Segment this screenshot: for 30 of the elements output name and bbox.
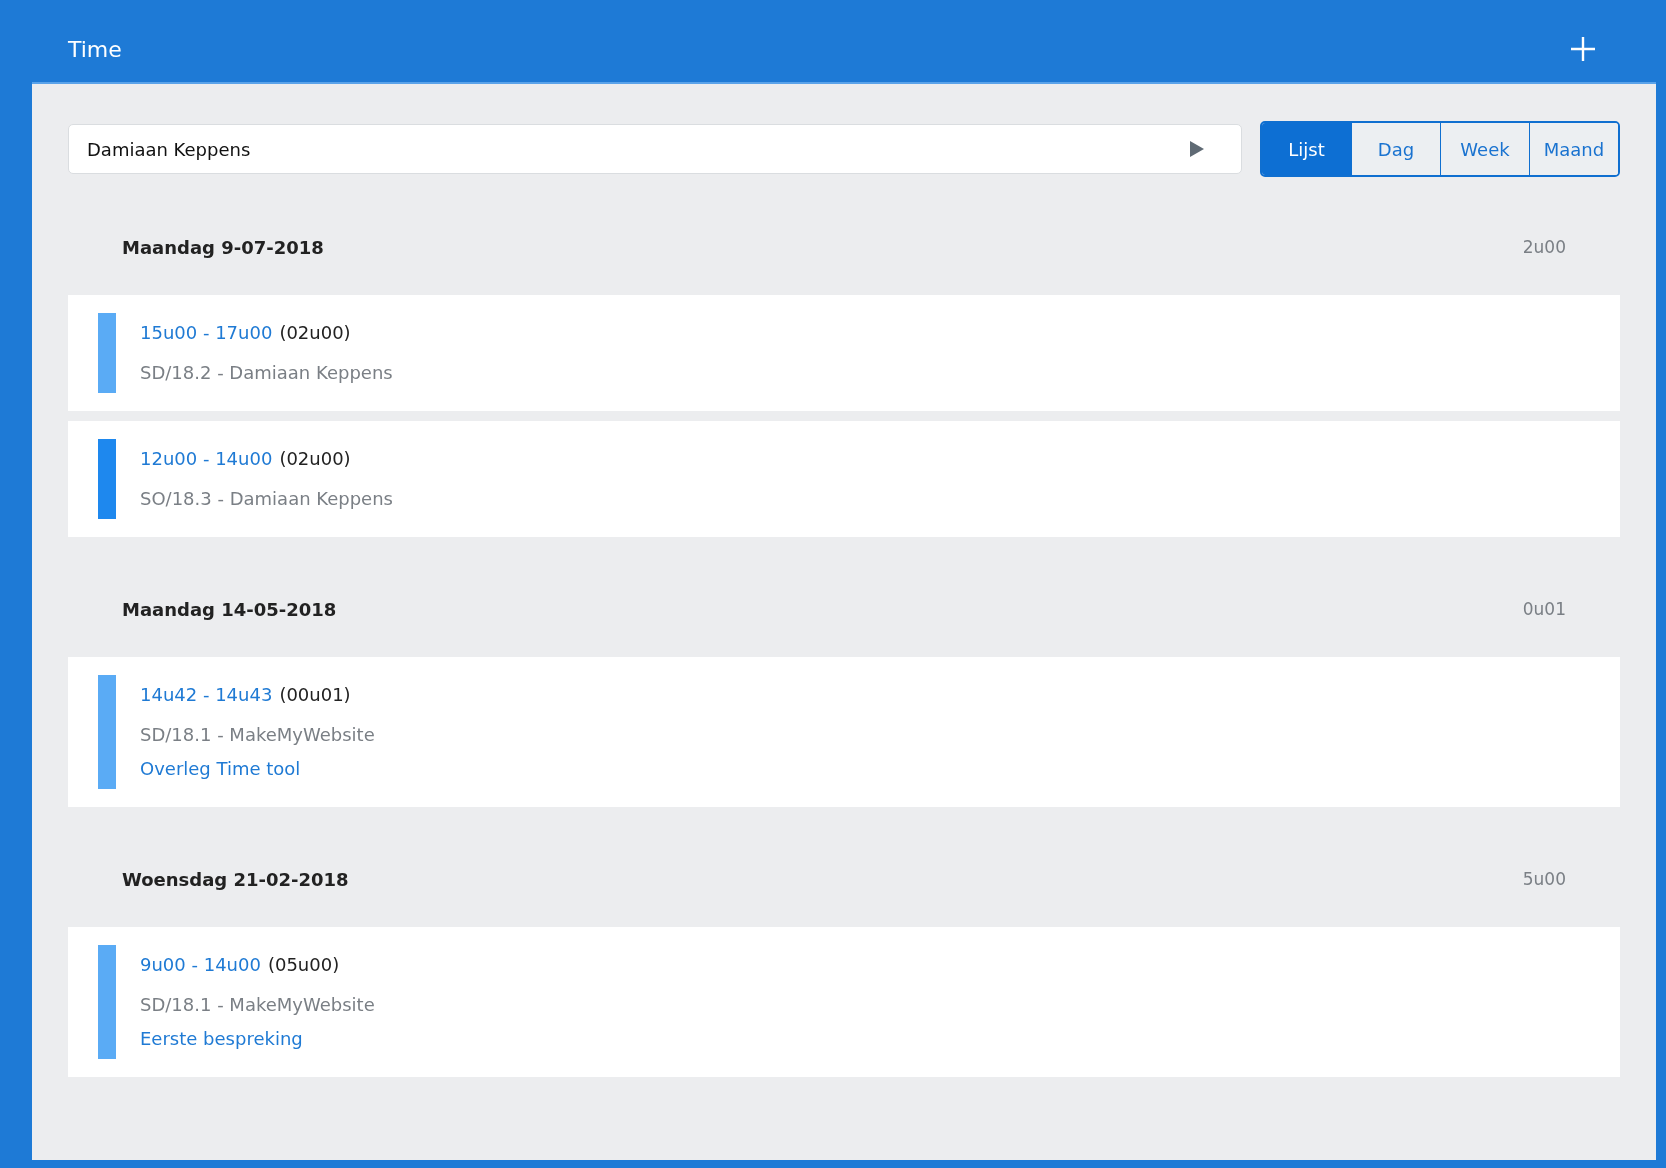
time-range-link[interactable]: 14u42 - 14u43 [140,684,273,705]
project-text: SO/18.3 - Damiaan Keppens [140,488,393,510]
time-range-link[interactable]: 12u00 - 14u00 [140,448,273,469]
project-text: SD/18.1 - MakeMyWebsite [140,994,375,1016]
day-total: 2u00 [1522,237,1566,257]
duration-text: (02u00) [279,448,351,469]
note-link[interactable]: Overleg Time tool [140,758,375,780]
time-entry-card[interactable]: 14u42 - 14u43 (00u01) SD/18.1 - MakeMyWebsite Overleg Time tool [68,657,1620,807]
time-range-link[interactable]: 9u00 - 14u00 [140,954,261,975]
time-entry-card[interactable]: 15u00 - 17u00 (02u00) SD/18.2 - Damiaan Keppens [68,295,1620,411]
project-text: SD/18.2 - Damiaan Keppens [140,362,393,384]
duration-text: (05u00) [267,954,340,975]
duration-text: (00u01) [279,684,351,705]
day-title: Maandag 9-07-2018 [122,236,324,258]
duration-text: (02u00) [279,322,351,343]
day-total: 0u01 [1522,599,1566,619]
time-entry-card[interactable]: 9u00 - 14u00 (05u00) SD/18.1 - MakeMyWebsite Eerste bespreking [68,927,1620,1077]
search-field[interactable]: Damiaan Keppens [68,124,1242,174]
day-total: 5u00 [1522,869,1566,889]
view-tab[interactable]: Lijst [1262,123,1351,175]
time-entry-card[interactable]: 12u00 - 14u00 (02u00) SO/18.3 - Damiaan Keppens [68,421,1620,537]
page-title: Time [68,36,122,62]
time-range-link[interactable]: 15u00 - 17u00 [140,322,273,343]
view-tab[interactable]: Maand [1529,123,1618,175]
day-title: Woensdag 21-02-2018 [122,868,349,890]
project-text: SD/18.1 - MakeMyWebsite [140,724,375,746]
note-link[interactable]: Eerste bespreking [140,1028,375,1050]
play-icon[interactable] [1190,141,1204,157]
day-title: Maandag 14-05-2018 [122,598,337,620]
add-icon[interactable] [1570,36,1596,62]
